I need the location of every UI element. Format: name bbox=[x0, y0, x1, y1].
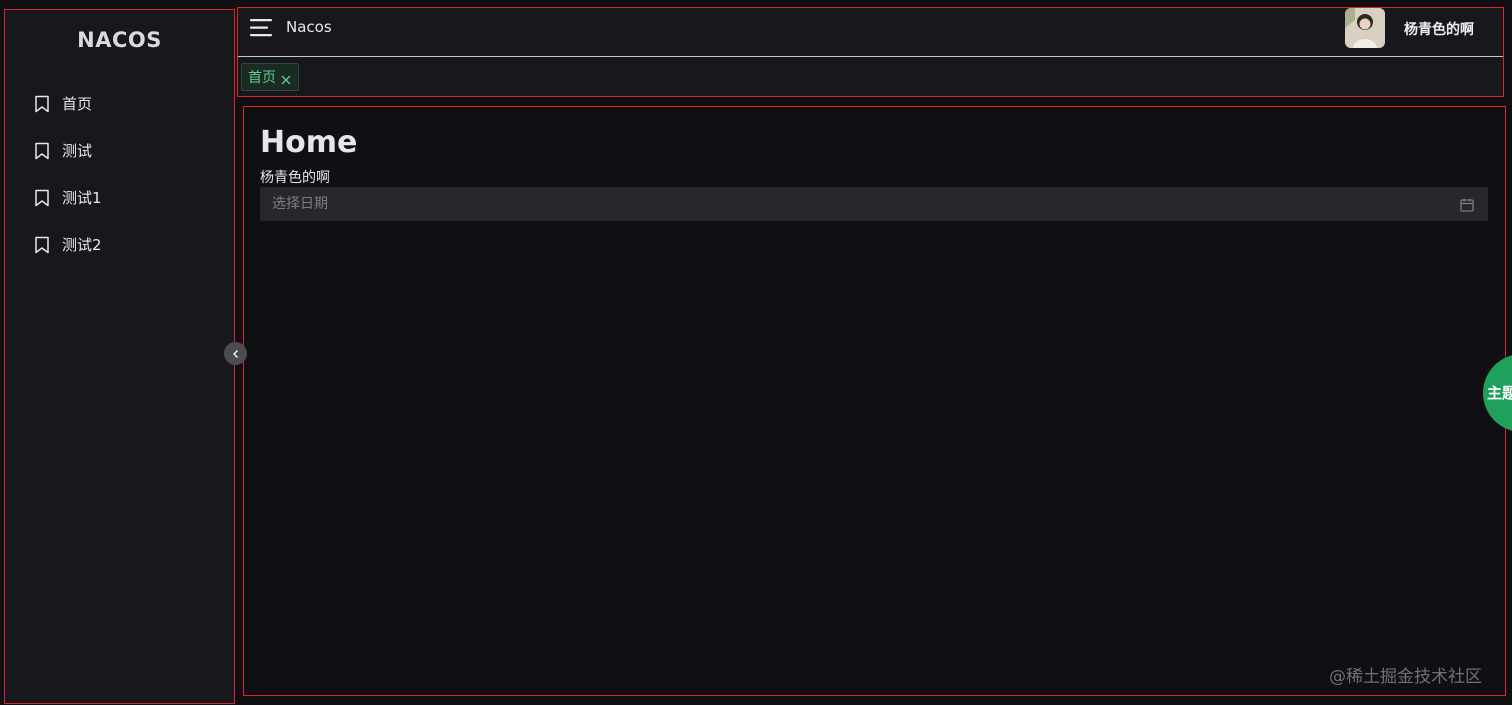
sidebar-item-test2[interactable]: 测试2 bbox=[5, 221, 234, 268]
theme-button-label: 主题 bbox=[1487, 384, 1512, 402]
bookmark-icon bbox=[34, 189, 50, 207]
tab-label: 首页 bbox=[248, 70, 276, 86]
calendar-icon[interactable] bbox=[1460, 197, 1474, 212]
tab-home[interactable]: 首页 bbox=[241, 63, 299, 91]
page-title: Home bbox=[260, 125, 358, 160]
date-picker[interactable] bbox=[260, 187, 1488, 221]
sidebar-menu: 首页 测试 测试1 测试2 bbox=[5, 80, 234, 268]
sidebar-item-label: 首页 bbox=[62, 95, 93, 113]
sidebar-item-test[interactable]: 测试 bbox=[5, 127, 234, 174]
top-bar: Nacos 杨青色的啊 bbox=[238, 8, 1503, 57]
bookmark-icon bbox=[34, 95, 50, 113]
sidebar-collapse-button[interactable] bbox=[224, 342, 247, 365]
sidebar-item-home[interactable]: 首页 bbox=[5, 80, 234, 127]
header: Nacos 杨青色的啊 首页 bbox=[237, 7, 1504, 97]
watermark: @稀土掘金技术社区 bbox=[1329, 667, 1482, 687]
tabs-bar: 首页 bbox=[238, 58, 1503, 96]
app-root: NACOS 首页 测试 测试1 测试2 Nacos 杨青色的啊 首页 Home … bbox=[0, 0, 1512, 705]
logo: NACOS bbox=[77, 28, 162, 52]
sidebar: NACOS 首页 测试 测试1 测试2 bbox=[4, 9, 235, 704]
user-name[interactable]: 杨青色的啊 bbox=[1404, 19, 1474, 39]
close-icon[interactable] bbox=[280, 71, 292, 85]
chevron-left-icon bbox=[231, 344, 241, 363]
sidebar-item-label: 测试2 bbox=[62, 236, 102, 254]
bookmark-icon bbox=[34, 236, 50, 254]
main-content: Home 杨青色的啊 bbox=[243, 106, 1506, 696]
brand-title: Nacos bbox=[286, 18, 332, 36]
hamburger-icon[interactable] bbox=[250, 18, 274, 38]
avatar[interactable] bbox=[1345, 8, 1385, 48]
subtext: 杨青色的啊 bbox=[260, 170, 330, 186]
sidebar-item-label: 测试 bbox=[62, 142, 93, 160]
sidebar-item-label: 测试1 bbox=[62, 189, 102, 207]
sidebar-item-test1[interactable]: 测试1 bbox=[5, 174, 234, 221]
bookmark-icon bbox=[34, 142, 50, 160]
date-input[interactable] bbox=[260, 187, 1460, 221]
